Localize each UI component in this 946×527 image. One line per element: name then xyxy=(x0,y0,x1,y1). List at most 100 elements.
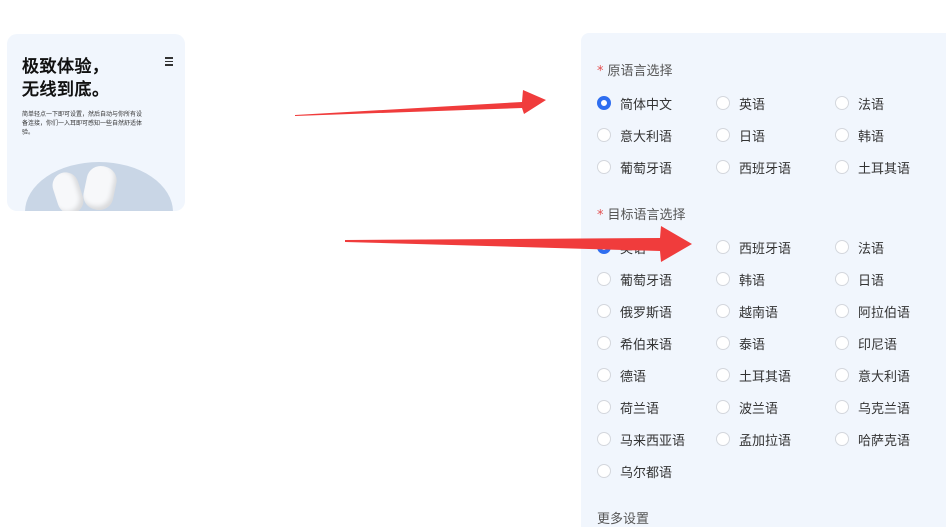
target-language-option-label: 日语 xyxy=(858,273,885,289)
source-language-option[interactable]: 英语 xyxy=(716,93,765,113)
radio-button[interactable] xyxy=(835,336,849,350)
target-language-option[interactable]: 乌尔都语 xyxy=(597,461,672,481)
target-language-option-label: 德语 xyxy=(620,369,647,385)
target-language-option[interactable]: 印尼语 xyxy=(835,333,897,353)
radio-button[interactable] xyxy=(597,336,611,350)
radio-button[interactable] xyxy=(716,128,730,142)
target-language-option[interactable]: 马来西亚语 xyxy=(597,429,685,449)
radio-button[interactable] xyxy=(716,240,730,254)
target-language-option[interactable]: 希伯来语 xyxy=(597,333,672,353)
required-mark: * xyxy=(597,208,604,223)
target-language-option[interactable]: 韩语 xyxy=(716,269,765,289)
radio-button[interactable] xyxy=(716,272,730,286)
target-language-option[interactable]: 俄罗斯语 xyxy=(597,301,672,321)
source-language-option-label: 韩语 xyxy=(858,129,885,145)
preview-title-line2: 无线到底。 xyxy=(22,80,110,100)
radio-button[interactable] xyxy=(716,336,730,350)
radio-button[interactable] xyxy=(597,272,611,286)
radio-button[interactable] xyxy=(597,128,611,142)
hamburger-menu-icon[interactable] xyxy=(165,55,173,68)
target-language-option-label: 波兰语 xyxy=(739,401,779,417)
target-language-option-label: 意大利语 xyxy=(858,369,911,385)
preview-description: 简单轻点一下即可设置，然后自动与你所有设备连接，你们一入耳即可感知一些自然舒适体… xyxy=(22,111,143,136)
target-language-option-label: 希伯来语 xyxy=(620,337,673,353)
radio-button[interactable] xyxy=(716,400,730,414)
target-language-option[interactable]: 乌克兰语 xyxy=(835,397,910,417)
target-language-title: * 目标语言选择 xyxy=(597,204,686,223)
radio-button[interactable] xyxy=(597,96,611,110)
radio-button[interactable] xyxy=(835,240,849,254)
radio-button[interactable] xyxy=(716,368,730,382)
target-language-title-text: 目标语言选择 xyxy=(607,208,686,223)
source-language-option-label: 英语 xyxy=(739,97,766,113)
target-language-option-label: 西班牙语 xyxy=(739,241,792,257)
source-language-option-label: 法语 xyxy=(858,97,885,113)
target-language-option-label: 葡萄牙语 xyxy=(620,273,673,289)
radio-button[interactable] xyxy=(597,400,611,414)
preview-title: 极致体验， 无线到底。 xyxy=(22,56,152,102)
target-language-option[interactable]: 日语 xyxy=(835,269,884,289)
source-language-option-label: 葡萄牙语 xyxy=(620,161,673,177)
source-language-option[interactable]: 葡萄牙语 xyxy=(597,157,672,177)
radio-button[interactable] xyxy=(597,368,611,382)
source-language-option[interactable]: 西班牙语 xyxy=(716,157,791,177)
target-language-option[interactable]: 越南语 xyxy=(716,301,778,321)
radio-button[interactable] xyxy=(597,464,611,478)
target-language-option-label: 哈萨克语 xyxy=(858,433,911,449)
arrow-to-source-language xyxy=(295,90,546,116)
target-language-option-label: 乌尔都语 xyxy=(620,465,673,481)
target-language-option[interactable]: 波兰语 xyxy=(716,397,778,417)
target-language-option[interactable]: 土耳其语 xyxy=(716,365,791,385)
radio-button[interactable] xyxy=(597,304,611,318)
radio-button[interactable] xyxy=(597,240,611,254)
source-language-option-label: 简体中文 xyxy=(620,97,673,113)
radio-button[interactable] xyxy=(835,272,849,286)
source-language-option-label: 意大利语 xyxy=(620,129,673,145)
target-language-option-label: 泰语 xyxy=(739,337,766,353)
required-mark: * xyxy=(597,64,604,79)
source-language-option[interactable]: 法语 xyxy=(835,93,884,113)
radio-button[interactable] xyxy=(835,368,849,382)
target-language-option-label: 阿拉伯语 xyxy=(858,305,911,321)
radio-button[interactable] xyxy=(716,96,730,110)
radio-button[interactable] xyxy=(716,304,730,318)
radio-button[interactable] xyxy=(716,432,730,446)
radio-button[interactable] xyxy=(716,160,730,174)
source-language-option[interactable]: 意大利语 xyxy=(597,125,672,145)
source-language-option[interactable]: 韩语 xyxy=(835,125,884,145)
source-language-title-text: 原语言选择 xyxy=(607,64,673,79)
target-language-option[interactable]: 德语 xyxy=(597,365,646,385)
radio-button[interactable] xyxy=(835,160,849,174)
target-language-option[interactable]: 荷兰语 xyxy=(597,397,659,417)
source-language-option-label: 西班牙语 xyxy=(739,161,792,177)
source-language-option-label: 土耳其语 xyxy=(858,161,911,177)
target-language-option-label: 英语 xyxy=(620,241,647,257)
target-language-option[interactable]: 意大利语 xyxy=(835,365,910,385)
target-language-option[interactable]: 孟加拉语 xyxy=(716,429,791,449)
target-language-option[interactable]: 葡萄牙语 xyxy=(597,269,672,289)
target-language-option-label: 马来西亚语 xyxy=(620,433,686,449)
target-language-option-label: 乌克兰语 xyxy=(858,401,911,417)
target-language-option[interactable]: 英语 xyxy=(597,237,646,257)
target-language-option[interactable]: 泰语 xyxy=(716,333,765,353)
target-language-option-label: 俄罗斯语 xyxy=(620,305,673,321)
target-language-option[interactable]: 哈萨克语 xyxy=(835,429,910,449)
source-language-option[interactable]: 土耳其语 xyxy=(835,157,910,177)
radio-button[interactable] xyxy=(597,160,611,174)
source-language-option[interactable]: 简体中文 xyxy=(597,93,672,113)
radio-button[interactable] xyxy=(835,128,849,142)
source-language-option[interactable]: 日语 xyxy=(716,125,765,145)
more-settings-link[interactable]: 更多设置 xyxy=(597,508,649,527)
source-language-title: * 原语言选择 xyxy=(597,60,673,79)
radio-button[interactable] xyxy=(835,96,849,110)
radio-button[interactable] xyxy=(835,304,849,318)
radio-button[interactable] xyxy=(835,432,849,446)
radio-button[interactable] xyxy=(835,400,849,414)
target-language-option-label: 法语 xyxy=(858,241,885,257)
target-language-option[interactable]: 法语 xyxy=(835,237,884,257)
radio-button[interactable] xyxy=(597,432,611,446)
target-language-option[interactable]: 阿拉伯语 xyxy=(835,301,910,321)
target-language-option-label: 越南语 xyxy=(739,305,779,321)
target-language-option[interactable]: 西班牙语 xyxy=(716,237,791,257)
preview-title-line1: 极致体验， xyxy=(22,57,110,77)
